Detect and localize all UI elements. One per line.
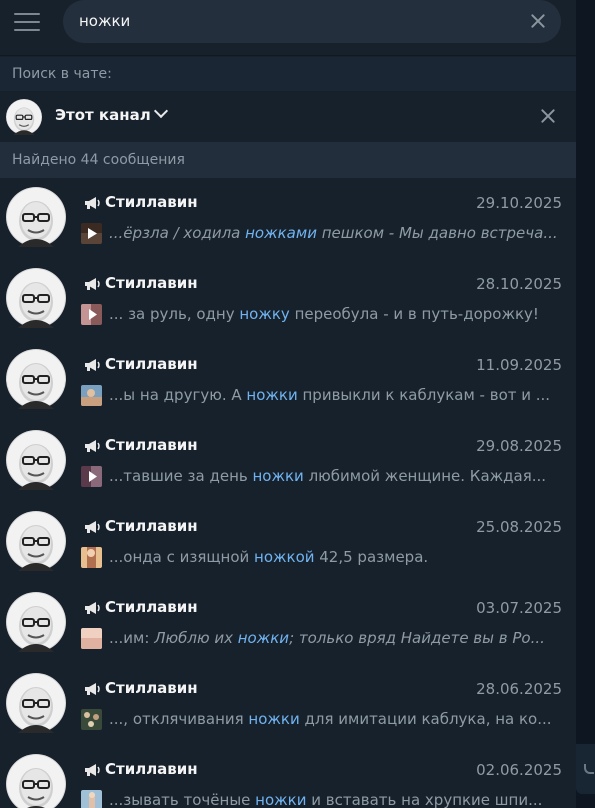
- result-snippet: ...ёрзла / ходила ножками пешком - Мы да…: [109, 222, 561, 244]
- snippet-match: ножки: [252, 467, 304, 485]
- media-thumbnail: [81, 466, 102, 487]
- snippet-after: привыкли к каблукам - вот и ...: [297, 386, 551, 404]
- avatar: [6, 673, 66, 733]
- hamburger-icon[interactable]: [14, 13, 40, 31]
- snippet-before: ..., отклячивания: [109, 710, 249, 728]
- megaphone-icon: [85, 602, 100, 614]
- search-result-item[interactable]: Стиллавин 02.06.2025 ...зывать точёные нож…: [0, 745, 576, 808]
- results-list: Стиллавин 29.10.2025 ...ёрзла / ходила нож…: [0, 178, 576, 808]
- result-date: 28.10.2025: [476, 275, 562, 293]
- snippet-before: ...онда с изящной: [109, 548, 255, 566]
- media-thumbnail: [81, 547, 102, 568]
- result-date: 03.07.2025: [476, 599, 562, 617]
- chat-edge: [576, 0, 595, 808]
- result-snippet: ...зывать точёные ножки и вставать на хр…: [109, 789, 561, 808]
- snippet-after: для имитации каблука, на ко...: [299, 710, 552, 728]
- snippet-match: ножкой: [254, 548, 315, 566]
- search-result-item[interactable]: Стиллавин 03.07.2025 ...им: Люблю их ножки…: [0, 583, 576, 664]
- search-result-item[interactable]: Стиллавин 29.10.2025 ...ёрзла / ходила нож…: [0, 178, 576, 259]
- result-snippet: ... за руль, одну ножку переобула - и в …: [109, 303, 561, 325]
- megaphone-icon: [85, 764, 100, 776]
- avatar: [6, 511, 66, 571]
- avatar: [6, 268, 66, 328]
- snippet-match: ножки: [237, 629, 290, 647]
- snippet-before: ... за руль, одну: [109, 305, 240, 323]
- result-channel-name: Стиллавин: [105, 760, 198, 778]
- avatar: [6, 754, 66, 808]
- result-snippet: ...онда с изящной ножкой 42,5 размера.: [109, 546, 561, 568]
- megaphone-icon: [85, 359, 100, 371]
- result-channel-name: Стиллавин: [105, 436, 198, 454]
- search-result-item[interactable]: Стиллавин 28.06.2025 ..., отклячивания нож…: [0, 664, 576, 745]
- media-thumbnail: [81, 628, 102, 649]
- search-result-item[interactable]: Стиллавин 29.08.2025 ...тавшие за день нож…: [0, 421, 576, 502]
- divider: [0, 55, 576, 56]
- search-sidebar: Поиск в чате: Этот канал Найдено 44 сооб…: [0, 0, 576, 808]
- snippet-before: ...ёрзла / ходила: [109, 224, 246, 242]
- search-result-item[interactable]: Стиллавин 28.10.2025 ... за руль, одну нож…: [0, 259, 576, 340]
- snippet-after: переобула - и в путь-дорожку!: [289, 305, 539, 323]
- result-date: 28.06.2025: [476, 680, 562, 698]
- snippet-match: ножки: [246, 386, 298, 404]
- search-result-item[interactable]: Стиллавин 11.09.2025 ...ы на другую. А нож…: [0, 340, 576, 421]
- search-result-item[interactable]: Стиллавин 25.08.2025 ...онда с изящной нож…: [0, 502, 576, 583]
- snippet-match: ножками: [245, 224, 317, 242]
- result-channel-name: Стиллавин: [105, 679, 198, 697]
- snippet-after: пешком - Мы давно встреча...: [316, 224, 558, 242]
- result-date: 02.06.2025: [476, 761, 562, 779]
- avatar: [6, 592, 66, 652]
- topbar: [0, 0, 576, 44]
- megaphone-icon: [85, 440, 100, 452]
- result-snippet: ...тавшие за день ножки любимой женщине.…: [109, 465, 561, 487]
- search-input[interactable]: [79, 10, 509, 32]
- result-date: 11.09.2025: [476, 356, 562, 374]
- result-channel-name: Стиллавин: [105, 517, 198, 535]
- result-channel-name: Стиллавин: [105, 193, 198, 211]
- close-icon[interactable]: [529, 12, 547, 30]
- avatar: [6, 99, 42, 135]
- megaphone-icon: [85, 683, 100, 695]
- megaphone-icon: [85, 521, 100, 533]
- snippet-match: ножки: [255, 791, 307, 808]
- snippet-before: ...тавшие за день: [109, 467, 253, 485]
- scope-label: Этот канал: [55, 106, 151, 124]
- result-channel-name: Стиллавин: [105, 598, 198, 616]
- result-date: 29.10.2025: [476, 194, 562, 212]
- megaphone-icon: [85, 197, 100, 209]
- snippet-after: 42,5 размера.: [314, 548, 429, 566]
- snippet-before: ...им:: [109, 629, 155, 647]
- snippet-before: ...зывать точёные: [109, 791, 256, 808]
- snippet-before: ...ы на другую. А: [109, 386, 247, 404]
- result-date: 29.08.2025: [476, 437, 562, 455]
- snippet-match: ножку: [239, 305, 290, 323]
- media-thumbnail: [81, 709, 102, 730]
- search-box[interactable]: [63, 0, 561, 43]
- media-thumbnail: [81, 385, 102, 406]
- result-date: 25.08.2025: [476, 518, 562, 536]
- close-scope-icon[interactable]: [540, 108, 556, 124]
- megaphone-icon: [85, 278, 100, 290]
- avatar: [6, 187, 66, 247]
- result-snippet: ..., отклячивания ножки для имитации каб…: [109, 708, 561, 730]
- avatar: [6, 349, 66, 409]
- search-in-label: Поиск в чате:: [0, 57, 576, 91]
- media-thumbnail: [81, 790, 102, 808]
- snippet-quote: Люблю их: [154, 629, 238, 647]
- result-channel-name: Стиллавин: [105, 274, 198, 292]
- snippet-match: ножки: [248, 710, 300, 728]
- result-snippet: ...ы на другую. А ножки привыкли к каблу…: [109, 384, 561, 406]
- media-thumbnail: [81, 223, 102, 244]
- result-snippet: ...им: Люблю их ножки; только вряд Найде…: [109, 627, 561, 649]
- found-count: Найдено 44 сообщения: [0, 142, 576, 178]
- chevron-down-icon: [153, 103, 169, 119]
- result-channel-name: Стиллавин: [105, 355, 198, 373]
- scope-selector[interactable]: Этот канал: [0, 91, 576, 141]
- snippet-after: любимой женщине. Каждая...: [303, 467, 547, 485]
- snippet-after: и вставать на хрупкие шпи...: [306, 791, 543, 808]
- media-thumbnail: [81, 304, 102, 325]
- snippet-after: ; только вряд Найдете вы в Ро...: [289, 629, 545, 647]
- avatar: [6, 430, 66, 490]
- bubble-tail-icon: [584, 764, 594, 774]
